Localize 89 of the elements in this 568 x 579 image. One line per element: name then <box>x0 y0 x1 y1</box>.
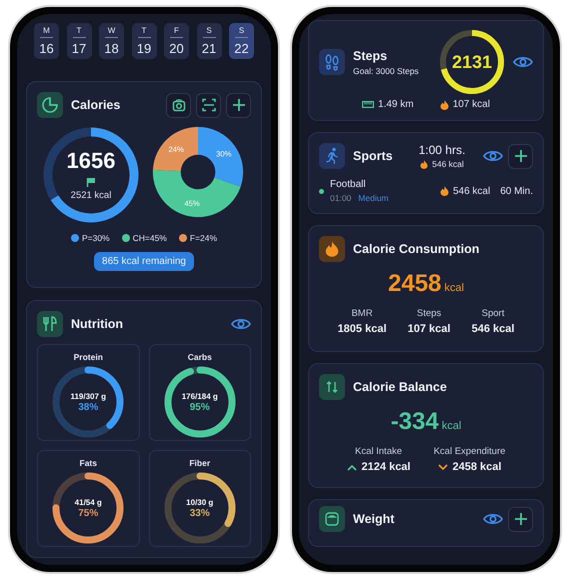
eye-button[interactable] <box>231 317 251 331</box>
day-tab[interactable]: F 20 <box>164 23 189 59</box>
day-tab[interactable]: T 19 <box>132 23 156 59</box>
nutrient-amount: 41/54 g <box>74 498 102 506</box>
unit-label: kcal <box>442 420 462 432</box>
distance-value: 1.49 km <box>378 99 414 110</box>
steps-ring <box>439 29 505 95</box>
add-button[interactable] <box>508 506 533 532</box>
ruler-icon <box>362 101 374 108</box>
footprints-icon <box>319 49 345 75</box>
nutrient-amount: 176/184 g <box>182 392 218 400</box>
stat-label: Sport <box>482 308 504 319</box>
chevron-down-icon <box>438 464 448 470</box>
card-title: Steps <box>353 48 388 62</box>
nutrient-name: Fiber <box>189 458 210 468</box>
up-down-arrows-icon <box>319 374 345 400</box>
day-tab[interactable]: W 18 <box>99 23 124 59</box>
activity-name: Football <box>330 179 367 190</box>
stat-label: Steps <box>416 308 442 319</box>
sport-kcal: 546 kcal <box>432 159 464 169</box>
card-title: Sports <box>353 149 393 163</box>
nutrient-amount: 10/30 g <box>186 498 214 506</box>
chevron-up-icon <box>346 464 357 470</box>
unit-label: kcal <box>444 282 464 294</box>
nutrient-name: Fats <box>80 458 97 468</box>
calorie-goal: 2521 kcal <box>70 190 112 201</box>
stat-value: 2458 kcal <box>452 461 502 473</box>
eye-button[interactable] <box>483 512 503 526</box>
add-button[interactable] <box>508 144 533 168</box>
stat-value: 2124 kcal <box>362 461 410 473</box>
remaining-badge: 865 kcal remaining <box>94 252 194 271</box>
fork-knife-icon <box>37 311 63 337</box>
camera-button[interactable] <box>166 92 191 118</box>
day-tab[interactable]: S 22 <box>229 23 254 59</box>
camera-icon <box>172 98 186 112</box>
scan-icon <box>202 98 216 112</box>
flag-icon <box>86 177 96 187</box>
card-title: Calories <box>71 98 120 112</box>
scan-button[interactable] <box>196 92 221 118</box>
balance-value: -334 <box>390 408 439 436</box>
nutrient-percent: 33% <box>190 508 210 518</box>
nutrient-percent: 75% <box>78 508 98 518</box>
legend-label: P=30% <box>82 233 110 243</box>
stat-label: Kcal Expenditure <box>434 446 506 457</box>
flame-icon <box>440 100 449 110</box>
pie-chart-icon <box>37 92 63 118</box>
legend-label: F=24% <box>190 233 218 243</box>
stat-value: 546 kcal <box>472 323 514 335</box>
activity-minutes: 60 Min. <box>500 186 533 196</box>
consumption-value: 2458 <box>388 270 442 298</box>
flame-icon <box>319 236 345 262</box>
nutrient-name: Protein <box>74 352 103 362</box>
legend-label: CH=45% <box>132 233 167 243</box>
stat-label: Kcal Intake <box>355 446 402 457</box>
card-title: Calorie Balance <box>353 380 447 394</box>
nutrient-percent: 95% <box>190 402 210 412</box>
flame-icon <box>420 160 428 168</box>
slice-label: 45% <box>184 199 200 208</box>
flame-icon <box>440 186 449 196</box>
scale-icon <box>319 506 345 532</box>
add-button[interactable] <box>226 92 251 118</box>
activity-time: 01:00 <box>330 193 352 203</box>
stat-value: 1805 kcal <box>338 323 386 335</box>
runner-icon <box>319 143 345 169</box>
card-title: Calorie Consumption <box>353 242 480 256</box>
slice-label: 24% <box>168 144 184 154</box>
steps-goal: Goal: 3000 Steps <box>353 66 419 76</box>
stat-value: 107 kcal <box>408 323 450 335</box>
card-title: Weight <box>353 512 394 526</box>
nutrient-amount: 119/307 g <box>70 392 106 400</box>
eye-button[interactable] <box>483 149 503 163</box>
activity-intensity: Medium <box>358 193 389 203</box>
eye-button[interactable] <box>513 55 533 69</box>
slice-label: 30% <box>216 150 232 158</box>
day-tab[interactable]: T 17 <box>66 23 92 59</box>
day-tab[interactable]: S 21 <box>196 23 222 59</box>
plus-icon <box>514 149 528 163</box>
nutrient-percent: 38% <box>78 402 98 412</box>
day-tab[interactable]: M 16 <box>34 23 59 59</box>
calorie-value: 1656 <box>66 148 116 174</box>
activity-kcal: 546 kcal <box>452 186 490 196</box>
card-title: Nutrition <box>71 317 124 331</box>
sport-duration: 1:00 hrs. <box>418 143 466 157</box>
steps-kcal: 107 kcal <box>452 99 490 110</box>
nutrient-name: Carbs <box>188 352 212 362</box>
stat-label: BMR <box>351 308 373 319</box>
step-count: 2131 <box>452 52 492 72</box>
plus-icon <box>514 512 528 526</box>
plus-icon <box>232 98 246 112</box>
